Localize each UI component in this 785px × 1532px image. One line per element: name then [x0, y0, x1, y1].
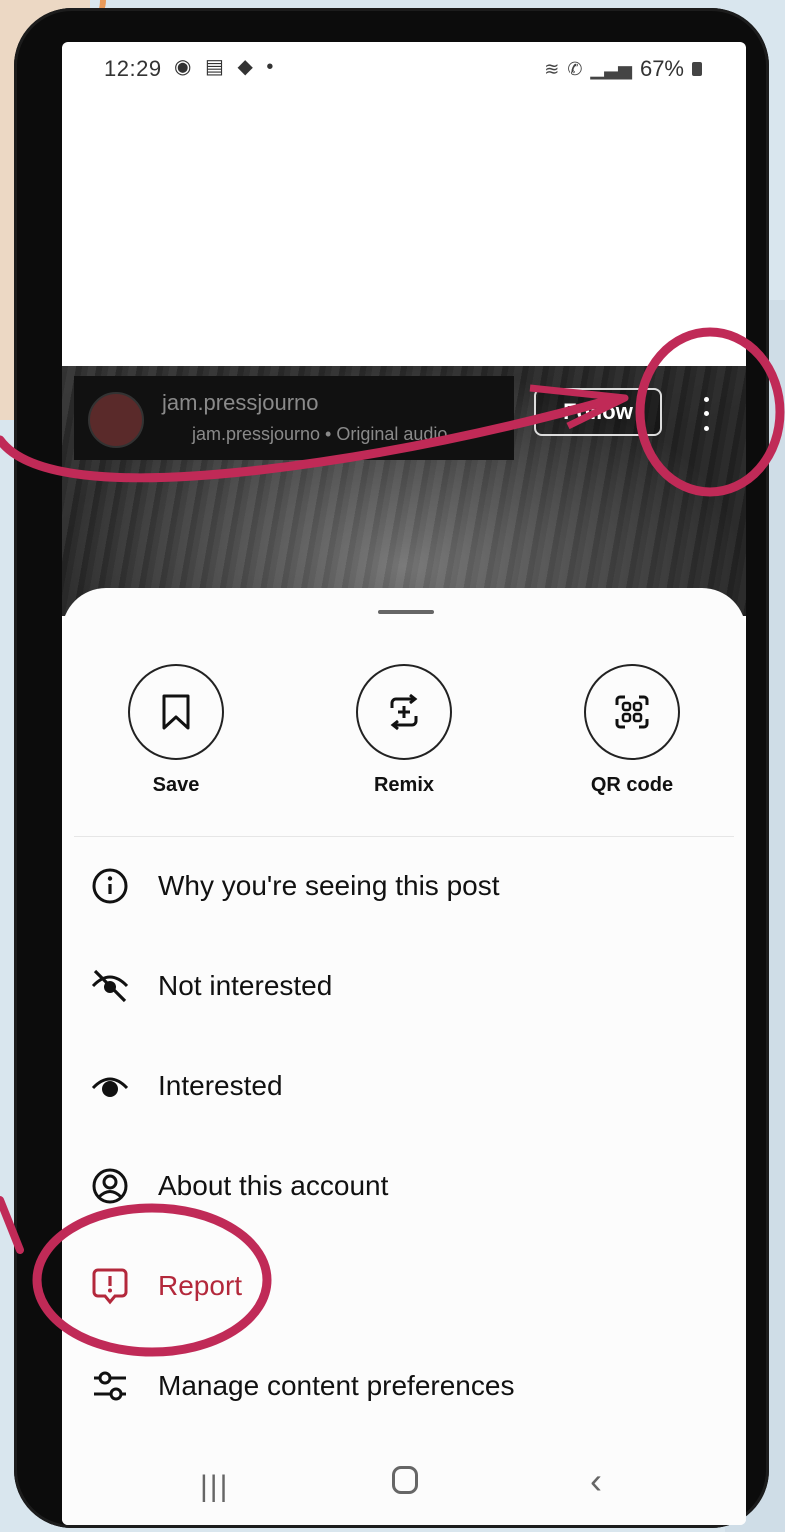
blank-area — [62, 92, 746, 354]
back-icon[interactable]: ‹ — [590, 1460, 602, 1502]
battery-percent: 67% — [639, 56, 684, 81]
sliders-icon — [94, 1371, 126, 1401]
signal-icon: ▁▃▅ — [590, 58, 632, 79]
menu-item-about-account[interactable]: About this account — [62, 1136, 746, 1236]
menu-label: Report — [158, 1270, 243, 1301]
menu-item-why-seeing[interactable]: Why you're seeing this post — [62, 836, 746, 936]
menu-item-interested[interactable]: Interested — [62, 1036, 746, 1136]
navigation-bar: ||| ‹ — [62, 1446, 746, 1525]
phone-frame: 12:29 ◉ ▤ ◆ • ≋ ✆ ▁▃▅ 67% jam.pressjourn… — [14, 8, 769, 1528]
follow-button[interactable]: Follow — [534, 388, 662, 436]
qr-code-icon[interactable] — [584, 664, 680, 760]
save-label: Save — [152, 774, 200, 796]
menu-label: Manage content preferences — [158, 1370, 515, 1401]
bottom-sheet: Save Remix QR code Why you're seeing thi… — [62, 588, 746, 1525]
qr-code-action[interactable]: QR code — [572, 664, 692, 797]
menu-label: Not interested — [158, 970, 333, 1001]
recent-apps-icon[interactable]: ||| — [200, 1470, 229, 1504]
avatar[interactable] — [88, 392, 144, 448]
wifi-icon: ≋ — [544, 58, 560, 79]
menu-item-manage-preferences[interactable]: Manage content preferences — [62, 1336, 746, 1436]
author-name[interactable]: jam.pressjourno — [162, 390, 319, 416]
menu-item-not-interested[interactable]: Not interested — [62, 936, 746, 1036]
home-icon[interactable] — [392, 1466, 418, 1494]
battery-icon — [692, 62, 702, 76]
more-options-icon[interactable] — [694, 392, 718, 436]
sheet-actions: Save Remix QR code — [62, 664, 746, 834]
menu-label: About this account — [158, 1170, 389, 1201]
author-audio[interactable]: jam.pressjourno • Original audio — [192, 424, 447, 445]
menu-item-report[interactable]: Report — [62, 1236, 746, 1336]
save-action[interactable]: Save — [116, 664, 236, 797]
status-time: 12:29 — [104, 56, 162, 81]
remix-action[interactable]: Remix — [344, 664, 464, 797]
phone-screen: 12:29 ◉ ▤ ◆ • ≋ ✆ ▁▃▅ 67% jam.pressjourn… — [62, 42, 746, 1525]
bookmark-icon[interactable] — [128, 664, 224, 760]
drag-handle[interactable] — [378, 610, 434, 614]
report-icon — [92, 1268, 128, 1305]
notification-icons: ◉ ▤ ◆ • — [174, 56, 278, 78]
qr-code-label: QR code — [590, 774, 674, 796]
menu-label: Why you're seeing this post — [158, 870, 500, 901]
eye-off-icon — [91, 969, 129, 1003]
remix-icon[interactable] — [356, 664, 452, 760]
video-preview[interactable]: jam.pressjourno jam.pressjourno • Origin… — [62, 366, 746, 616]
remix-label: Remix — [373, 774, 435, 796]
info-icon — [92, 868, 128, 904]
account-icon — [92, 1168, 128, 1204]
author-bar[interactable]: jam.pressjourno jam.pressjourno • Origin… — [74, 376, 514, 460]
status-bar: 12:29 ◉ ▤ ◆ • ≋ ✆ ▁▃▅ 67% — [62, 42, 746, 92]
menu-label: Interested — [158, 1070, 283, 1101]
status-right: ≋ ✆ ▁▃▅ 67% — [544, 56, 702, 82]
eye-icon — [91, 1077, 129, 1097]
call-icon: ✆ — [567, 58, 583, 79]
